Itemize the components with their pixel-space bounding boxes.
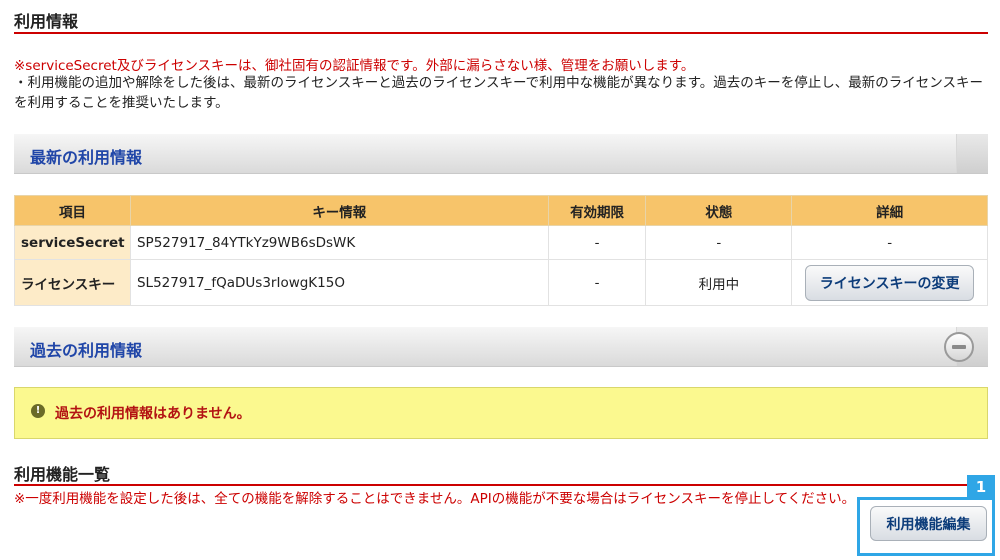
edit-features-button[interactable]: 利用機能編集	[870, 506, 987, 541]
page-title: 利用情報	[14, 12, 79, 31]
table-row: ライセンスキー SL527917_fQaDUs3rIowgK15O - 利用中 …	[14, 259, 988, 306]
service-secret-value: SP527917_84YTkYz9WB6sDsWK	[129, 225, 549, 260]
latest-info-title: 最新の利用情報	[30, 148, 143, 167]
column-header-status: 状態	[645, 195, 793, 226]
license-key-status: 利用中	[645, 259, 793, 306]
row-label-service-secret: serviceSecret	[14, 225, 131, 260]
step-badge: 1	[967, 475, 995, 499]
past-info-title: 過去の利用情報	[30, 341, 143, 360]
service-secret-detail: -	[791, 225, 988, 260]
service-secret-status: -	[645, 225, 793, 260]
no-past-info-alert: ! 過去の利用情報はありません。	[14, 387, 988, 439]
usage-note: ・利用機能の追加や解除をした後は、最新のライセンスキーと過去のライセンスキーで利…	[14, 75, 984, 111]
info-icon: !	[31, 404, 45, 418]
features-warning: ※一度利用機能を設定した後は、全ての機能を解除することはできません。APIの機能…	[14, 491, 856, 507]
column-header-expiry: 有効期限	[547, 195, 647, 226]
row-label-license-key: ライセンスキー	[14, 259, 131, 306]
column-header-detail: 詳細	[791, 195, 988, 226]
collapse-minus-icon[interactable]	[944, 332, 974, 362]
features-list-title: 利用機能一覧	[14, 465, 111, 484]
license-key-expiry: -	[547, 259, 647, 306]
table-header-row: 項目 キー情報 有効期限 状態 詳細	[14, 195, 988, 226]
service-secret-expiry: -	[547, 225, 647, 260]
latest-info-table: 項目 キー情報 有効期限 状態 詳細 serviceSecret SP52791…	[14, 195, 988, 306]
section-header-edge	[956, 134, 988, 173]
alert-message: 過去の利用情報はありません。	[55, 406, 251, 422]
license-key-value: SL527917_fQaDUs3rIowgK15O	[129, 259, 549, 306]
past-info-section-header: 過去の利用情報	[14, 327, 988, 367]
column-header-item: 項目	[14, 195, 131, 226]
title-divider	[14, 32, 988, 34]
column-header-key: キー情報	[129, 195, 549, 226]
table-row: serviceSecret SP527917_84YTkYz9WB6sDsWK …	[14, 225, 988, 260]
license-key-detail: ライセンスキーの変更	[791, 259, 988, 306]
latest-info-section-header: 最新の利用情報	[14, 134, 988, 174]
security-warning: ※serviceSecret及びライセンスキーは、御社固有の認証情報です。外部に…	[14, 58, 695, 74]
features-divider	[14, 484, 988, 486]
change-license-key-button[interactable]: ライセンスキーの変更	[804, 264, 975, 301]
